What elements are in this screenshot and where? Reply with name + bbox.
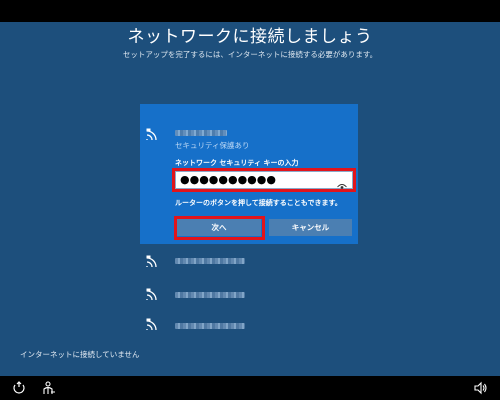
network-name-redacted[interactable] xyxy=(175,323,245,329)
network-name-redacted[interactable] xyxy=(175,258,245,264)
next-highlight-frame xyxy=(174,216,265,240)
page-subtitle: セットアップを完了するには、インターネットに接続する必要があります。 xyxy=(122,50,378,59)
router-button-note: ルーターのボタンを押して接続することもできます。 xyxy=(175,199,342,207)
connection-status: インターネットに接続していません xyxy=(20,350,140,359)
network-key-label: ネットワーク セキュリティ キーの入力 xyxy=(175,159,299,167)
security-status: セキュリティ保護あり xyxy=(175,141,250,150)
wifi-secured-icon[interactable] xyxy=(146,255,160,268)
wifi-secured-icon[interactable] xyxy=(146,288,160,301)
network-name-redacted[interactable] xyxy=(175,292,245,298)
page-title: ネットワークに接続しましょう xyxy=(127,27,373,47)
wifi-weak-icon[interactable] xyxy=(146,318,160,331)
wifi-secured-icon xyxy=(146,128,160,141)
network-name-redacted xyxy=(175,130,227,136)
accessibility-person-icon[interactable] xyxy=(42,380,56,394)
ease-of-access-icon[interactable] xyxy=(12,380,26,394)
cancel-button[interactable]: キャンセル xyxy=(269,219,352,236)
password-highlight-frame xyxy=(172,168,356,192)
speaker-icon[interactable] xyxy=(474,380,488,395)
